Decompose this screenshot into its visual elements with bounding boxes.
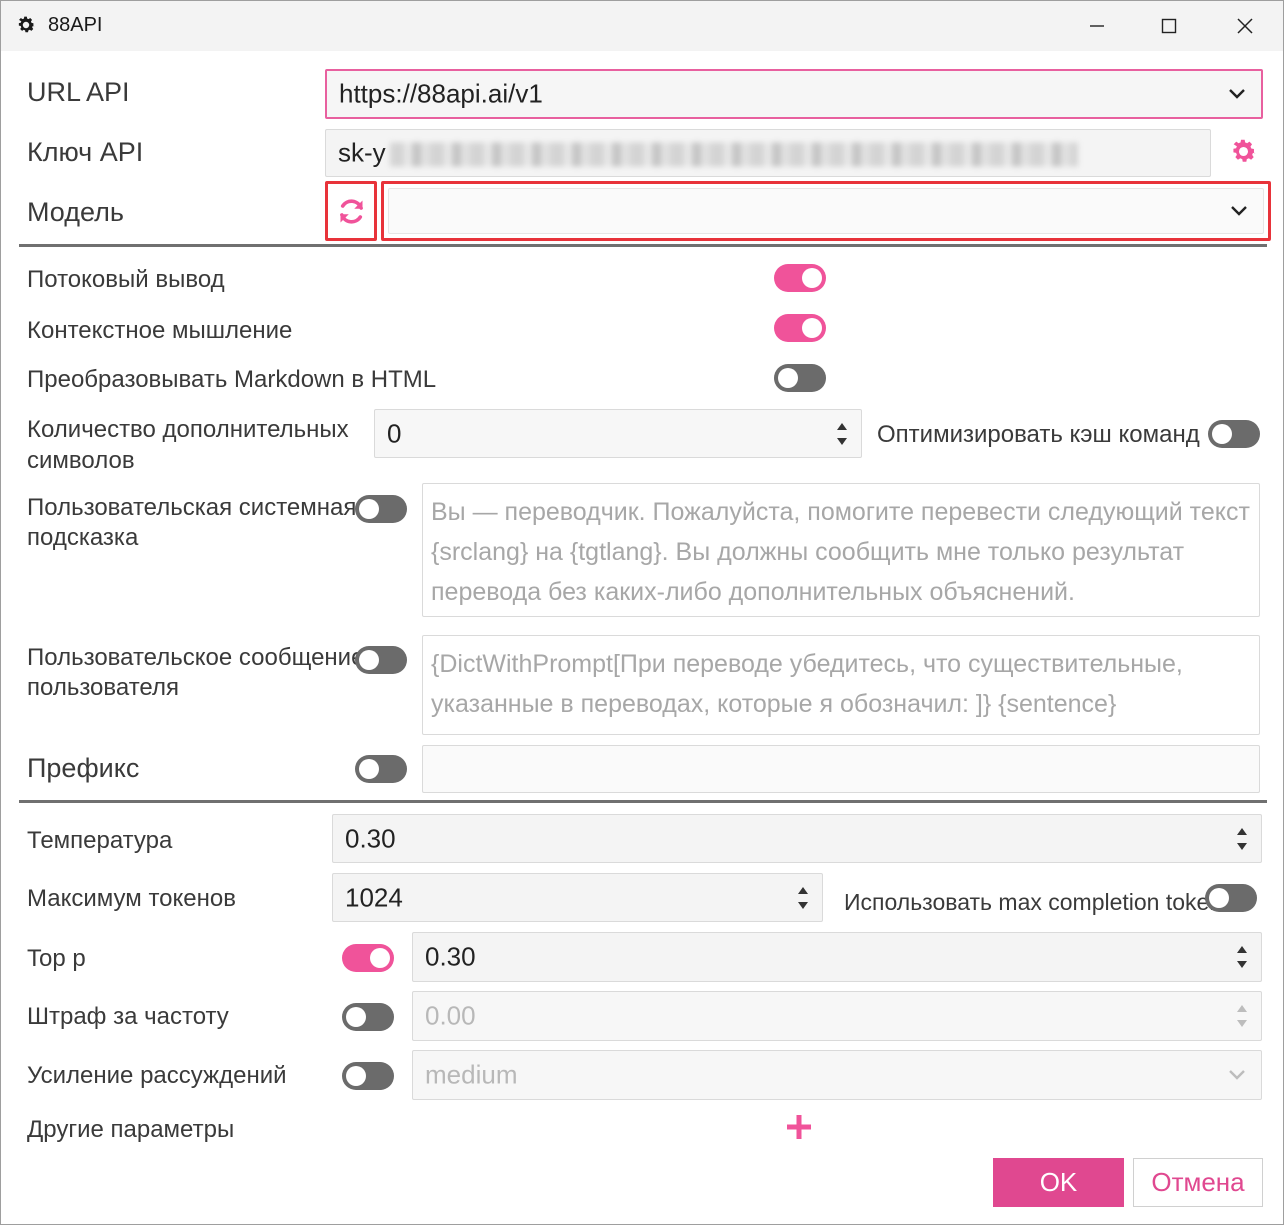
chevron-down-icon — [1231, 206, 1247, 216]
spin-arrows-icon[interactable] — [796, 883, 810, 913]
spin-arrows-icon[interactable] — [1235, 1001, 1249, 1031]
refresh-button[interactable] — [325, 181, 377, 241]
reasoning-combobox[interactable]: medium — [412, 1050, 1262, 1100]
section-divider — [19, 800, 1267, 803]
freq-value: 0.00 — [425, 1000, 476, 1031]
prefix-toggle[interactable] — [355, 755, 407, 783]
minimize-button[interactable] — [1061, 1, 1133, 51]
system-prompt-toggle[interactable] — [355, 495, 407, 523]
cache-label: Оптимизировать кэш команд — [877, 421, 1200, 448]
extra-chars-spinbox[interactable]: 0 — [374, 409, 862, 458]
spin-arrows-icon[interactable] — [1235, 942, 1249, 972]
chevron-down-icon — [1229, 1070, 1245, 1080]
key-label: Ключ API — [27, 137, 144, 167]
max-tokens-spinbox[interactable]: 1024 — [332, 873, 823, 922]
streaming-toggle[interactable] — [774, 264, 826, 292]
max-tokens-value: 1024 — [345, 882, 403, 912]
system-prompt-label-1: Пользовательская системная — [27, 494, 357, 521]
max-tokens-label: Максимум токенов — [27, 885, 236, 912]
other-params-label: Другие параметры — [27, 1116, 235, 1143]
user-message-label-2: пользователя — [27, 674, 179, 701]
system-prompt-label-2: подсказка — [27, 524, 139, 551]
model-field — [388, 188, 1264, 234]
maximize-button[interactable] — [1133, 1, 1205, 51]
reasoning-label: Усиление рассуждений — [27, 1062, 287, 1089]
freq-spinbox[interactable]: 0.00 — [412, 991, 1262, 1041]
reasoning-toggle[interactable] — [342, 1062, 394, 1090]
prefix-label: Префикс — [27, 753, 140, 783]
window-title: 88API — [48, 14, 103, 36]
key-input[interactable]: sk-y — [325, 129, 1211, 177]
user-message-textarea[interactable]: {DictWithPrompt[При переводе убедитесь, … — [422, 635, 1260, 735]
close-button[interactable] — [1209, 1, 1281, 51]
extra-chars-label-2: символов — [27, 447, 135, 474]
ok-button[interactable]: OK — [993, 1158, 1124, 1207]
top-p-value: 0.30 — [425, 941, 476, 972]
user-message-toggle[interactable] — [355, 646, 407, 674]
max-completion-toggle[interactable] — [1205, 884, 1257, 912]
gear-icon — [18, 16, 35, 33]
streaming-label: Потоковый вывод — [27, 266, 225, 293]
user-message-label-1: Пользовательское сообщение — [27, 644, 365, 671]
temperature-label: Температура — [27, 827, 173, 854]
max-completion-label: Использовать max completion tokens — [844, 889, 1234, 915]
section-divider — [19, 244, 1267, 247]
spin-arrows-icon[interactable] — [1235, 824, 1249, 854]
gear-icon[interactable] — [1228, 136, 1259, 167]
freq-toggle[interactable] — [342, 1003, 394, 1031]
top-p-label: Top p — [27, 945, 86, 972]
freq-label: Штраф за частоту — [27, 1003, 229, 1030]
spin-arrows-icon[interactable] — [835, 419, 849, 449]
cache-toggle[interactable] — [1208, 420, 1260, 448]
title-bar: 88API — [1, 1, 1283, 51]
close-icon — [1237, 18, 1253, 34]
key-prefix: sk-y — [338, 137, 386, 168]
maximize-icon — [1161, 18, 1177, 34]
url-combobox[interactable]: https://88api.ai/v1 — [325, 69, 1263, 119]
system-prompt-textarea[interactable]: Вы — переводчик. Пожалуйста, помогите пе… — [422, 483, 1260, 617]
temperature-spinbox[interactable]: 0.30 — [332, 814, 1262, 863]
refresh-icon — [340, 199, 363, 224]
markdown-toggle[interactable] — [774, 364, 826, 392]
url-label: URL API — [27, 77, 130, 107]
extra-chars-label-1: Количество дополнительных — [27, 416, 349, 443]
settings-window: 88API URL API https://88api.ai/v1 Ключ A… — [0, 0, 1284, 1225]
chevron-down-icon — [1229, 89, 1245, 99]
key-value: sk-y — [338, 138, 1078, 169]
extra-chars-value: 0 — [387, 418, 402, 448]
top-p-toggle[interactable] — [342, 944, 394, 972]
markdown-label: Преобразовывать Markdown в HTML — [27, 366, 437, 393]
model-combobox[interactable] — [381, 181, 1271, 241]
prefix-input[interactable] — [422, 745, 1260, 793]
context-toggle[interactable] — [774, 314, 826, 342]
temperature-value: 0.30 — [345, 823, 396, 853]
top-p-spinbox[interactable]: 0.30 — [412, 932, 1262, 982]
reasoning-value: medium — [425, 1059, 518, 1090]
model-label: Модель — [27, 197, 124, 227]
context-label: Контекстное мышление — [27, 317, 293, 344]
key-masked — [389, 142, 1078, 167]
cancel-button[interactable]: Отмена — [1133, 1158, 1263, 1207]
minimize-icon — [1090, 25, 1104, 27]
url-value: https://88api.ai/v1 — [339, 78, 543, 109]
plus-icon[interactable] — [785, 1113, 813, 1141]
